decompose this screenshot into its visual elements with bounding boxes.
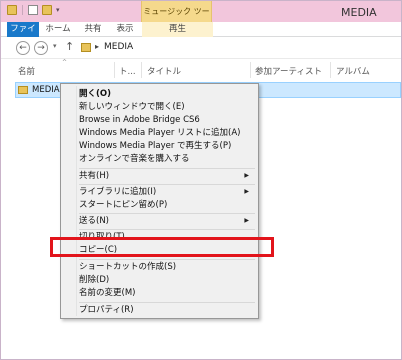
music-tools-tab-group: ミュージック ツール: [141, 1, 212, 37]
customize-toolbar-icon[interactable]: ▾: [56, 6, 60, 14]
column-track-number[interactable]: ト...: [119, 65, 136, 77]
up-arrow-icon[interactable]: ↑: [65, 40, 74, 53]
folder-icon: [18, 86, 28, 94]
menu-separator: [79, 213, 255, 214]
menu-item-pin-to-start[interactable]: スタートにピン留め(P): [79, 199, 167, 211]
column-header-row: ^ 名前 ト... タイトル 参加アーティスト アルバム: [1, 59, 401, 81]
menu-item-rename[interactable]: 名前の変更(M): [79, 287, 135, 299]
breadcrumb-media[interactable]: MEDIA: [104, 42, 133, 52]
copy-highlight-box: [50, 237, 274, 257]
file-name: MEDIA: [32, 85, 60, 95]
submenu-arrow-icon: ▶: [244, 188, 249, 195]
column-divider[interactable]: [114, 62, 115, 78]
menu-separator: [79, 302, 255, 303]
column-divider[interactable]: [141, 62, 142, 78]
menu-item-delete[interactable]: 削除(D): [79, 274, 109, 286]
menu-separator: [79, 229, 255, 230]
column-title[interactable]: タイトル: [147, 65, 181, 77]
menu-item-buy-music-online[interactable]: オンラインで音楽を購入する: [79, 153, 190, 165]
tab-view[interactable]: 表示: [113, 22, 137, 37]
sort-caret-icon: ^: [62, 59, 68, 66]
column-name[interactable]: 名前: [18, 65, 35, 77]
menu-item-label: ライブラリに追加(I): [79, 187, 157, 197]
menu-item-create-shortcut[interactable]: ショートカットの作成(S): [79, 261, 176, 273]
ribbon-tabs: ファイル ホーム 共有 表示 再生: [1, 22, 401, 49]
menu-item-send-to[interactable]: 送る(N) ▶: [79, 215, 255, 227]
menu-gutter: [76, 86, 77, 316]
menu-separator: [79, 168, 255, 169]
menu-item-label: 共有(H): [79, 171, 110, 181]
menu-item-properties[interactable]: プロパティ(R): [79, 304, 134, 316]
context-menu: 開く(O) 新しいウィンドウで開く(E) Browse in Adobe Bri…: [60, 83, 259, 319]
toolbar-separator: [22, 5, 23, 15]
menu-item-open[interactable]: 開く(O): [79, 88, 111, 100]
menu-separator: [79, 259, 255, 260]
chevron-right-icon[interactable]: ▸: [95, 42, 99, 51]
recent-locations-icon[interactable]: ▾: [53, 42, 57, 50]
tab-home[interactable]: ホーム: [43, 22, 73, 37]
column-divider[interactable]: [330, 62, 331, 78]
forward-button[interactable]: →: [34, 41, 48, 55]
folder-icon: [7, 5, 17, 15]
menu-separator: [79, 184, 255, 185]
submenu-arrow-icon: ▶: [244, 172, 249, 179]
submenu-arrow-icon: ▶: [244, 217, 249, 224]
menu-item-share[interactable]: 共有(H) ▶: [79, 170, 255, 182]
tab-play[interactable]: 再生: [142, 22, 213, 37]
column-artist[interactable]: 参加アーティスト: [255, 65, 322, 77]
folder-icon: [81, 43, 91, 52]
tab-share[interactable]: 共有: [81, 22, 105, 37]
menu-item-label: 送る(N): [79, 216, 109, 226]
new-folder-icon[interactable]: [42, 5, 52, 15]
menu-item-add-to-wmp-list[interactable]: Windows Media Player リストに追加(A): [79, 127, 240, 139]
menu-item-add-to-library[interactable]: ライブラリに追加(I) ▶: [79, 186, 255, 198]
address-bar: ← → ▾ ↑ ▸ MEDIA: [1, 37, 401, 59]
quick-access-toolbar: ▾: [7, 5, 60, 15]
tab-file[interactable]: ファイル: [7, 22, 39, 49]
menu-item-play-in-wmp[interactable]: Windows Media Player で再生する(P): [79, 140, 231, 152]
back-button[interactable]: ←: [16, 41, 30, 55]
menu-item-open-new-window[interactable]: 新しいウィンドウで開く(E): [79, 101, 185, 113]
properties-icon[interactable]: [28, 5, 38, 15]
column-divider[interactable]: [250, 62, 251, 78]
column-album[interactable]: アルバム: [336, 65, 370, 77]
menu-item-browse-adobe-bridge[interactable]: Browse in Adobe Bridge CS6: [79, 114, 200, 126]
window-title: MEDIA: [341, 6, 377, 19]
